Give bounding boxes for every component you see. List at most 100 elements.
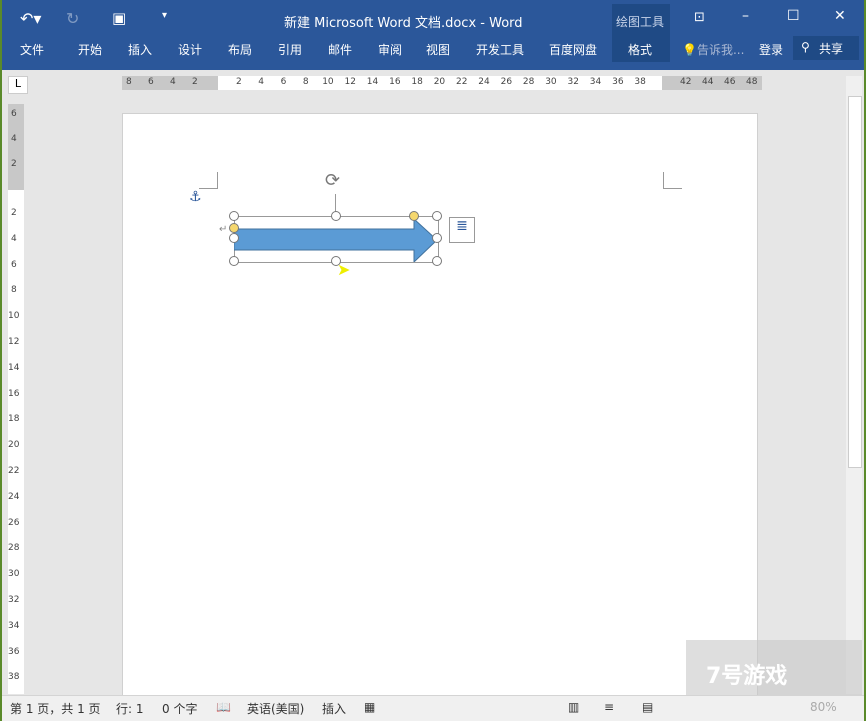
- document-page[interactable]: ⚓ ↵ ⟳ ≣ ➤: [122, 113, 758, 700]
- resize-handle[interactable]: [331, 211, 341, 221]
- tab-selector[interactable]: L: [8, 76, 28, 94]
- ruler-tick-label: 14: [8, 362, 20, 373]
- ruler-tick-label: 42: [680, 77, 692, 87]
- ruler-tick-label: 34: [589, 77, 602, 87]
- resize-handle[interactable]: [229, 233, 239, 243]
- ruler-tick-label: 10: [322, 77, 334, 87]
- vertical-scrollbar[interactable]: [846, 76, 862, 694]
- resize-handle[interactable]: [229, 256, 239, 266]
- ruler-tick-label: 4: [11, 134, 17, 144]
- language[interactable]: 英语(美国): [247, 700, 304, 717]
- ruler-tick-label: 18: [8, 414, 20, 425]
- tab-developer[interactable]: 开发工具: [476, 41, 524, 58]
- ruler-tick-label: 12: [8, 337, 20, 347]
- tab-design[interactable]: 设计: [178, 41, 202, 58]
- ruler-tick-label: 6: [280, 77, 287, 87]
- ruler-tick-label: 30: [8, 569, 20, 580]
- ruler-tick-label: 8: [302, 77, 309, 87]
- ruler-tick-label: 22: [456, 77, 468, 87]
- ruler-tick-label: 36: [8, 646, 20, 657]
- tell-me-label: 告诉我...: [696, 43, 745, 57]
- status-bar: 第 1 页，共 1 页 行: 1 0 个字 📖 英语(美国) 插入 ▦ ▥ ≡ …: [2, 695, 864, 721]
- share-button[interactable]: ⚲ 共享: [793, 36, 859, 60]
- ruler-tick-label: 6: [148, 77, 154, 87]
- rotate-handle-icon[interactable]: ⟳: [325, 170, 340, 191]
- tab-insert[interactable]: 插入: [128, 41, 152, 58]
- tab-baidu[interactable]: 百度网盘: [549, 41, 597, 58]
- horizontal-ruler[interactable]: 8 6 4 2 2 4 6 8 10 12 14 16 18 20 22 24 26 28 30 32 34 36 38 42…: [122, 76, 762, 90]
- anchor-icon: ⚓: [189, 189, 202, 205]
- margin-mark: [663, 172, 682, 189]
- zoom-level[interactable]: 80%: [810, 700, 837, 714]
- word-count[interactable]: 0 个字: [162, 700, 197, 717]
- save-icon[interactable]: ▣: [112, 9, 126, 27]
- page-count[interactable]: 第 1 页，共 1 页: [10, 700, 101, 717]
- login-button[interactable]: 登录: [759, 41, 783, 58]
- vertical-ruler[interactable]: 6 4 2 2 4 6 8 10 12 14 16 18 20 22 24 26 28 30 32 34 36 38: [8, 104, 24, 694]
- print-layout-icon[interactable]: ≡: [604, 700, 614, 714]
- read-mode-icon[interactable]: ▥: [568, 700, 579, 714]
- customize-qat-icon[interactable]: ▾: [162, 10, 167, 21]
- user-icon: ⚲: [801, 40, 810, 54]
- ruler-tick-label: 12: [344, 77, 356, 87]
- ruler-tick-label: 46: [724, 77, 736, 87]
- layout-options-icon[interactable]: ≣: [449, 217, 475, 243]
- tell-me-search[interactable]: 💡告诉我...: [682, 41, 744, 58]
- ruler-tick-label: 30: [545, 77, 557, 87]
- ruler-tick-label: 6: [11, 259, 17, 270]
- adjust-handle[interactable]: [229, 223, 239, 233]
- ruler-tick-label: 24: [8, 491, 20, 502]
- maximize-button[interactable]: ☐: [787, 8, 800, 24]
- line-number: 行: 1: [116, 702, 144, 716]
- ruler-tick-label: 16: [8, 388, 20, 399]
- undo-icon[interactable]: ↶▾: [20, 9, 41, 28]
- ruler-tick-label: 20: [8, 440, 20, 451]
- tab-home[interactable]: 开始: [78, 41, 102, 58]
- ruler-tick-label: 22: [8, 466, 20, 476]
- insert-mode[interactable]: 插入: [322, 700, 346, 717]
- resize-handle[interactable]: [229, 211, 239, 221]
- ruler-tick-label: 4: [11, 233, 17, 244]
- resize-handle[interactable]: [432, 233, 442, 243]
- ruler-tick-label: 2: [11, 159, 17, 169]
- ruler-tick-label: 10: [8, 311, 20, 322]
- ruler-tick-label: 28: [8, 543, 20, 554]
- ruler-tick-label: 32: [567, 77, 579, 87]
- context-group-label: 绘图工具: [616, 15, 665, 29]
- tab-mailings[interactable]: 邮件: [328, 41, 352, 58]
- tab-review[interactable]: 审阅: [378, 41, 402, 58]
- window-title: 新建 Microsoft Word 文档.docx - Word: [284, 16, 523, 31]
- macro-icon[interactable]: ▦: [364, 700, 375, 714]
- tab-file[interactable]: 文件: [20, 41, 44, 58]
- ruler-tick-label: 14: [366, 77, 379, 87]
- ruler-tick-label: 8: [11, 285, 17, 296]
- mouse-cursor-icon: ➤: [337, 260, 351, 279]
- ruler-tick-label: 6: [11, 109, 17, 119]
- word-window: ↶▾ ↻ ▣ ▾ 新建 Microsoft Word 文档.docx - Wor…: [2, 0, 864, 721]
- tab-references[interactable]: 引用: [278, 41, 302, 58]
- ruler-tick-label: 24: [478, 77, 490, 87]
- resize-handle[interactable]: [432, 256, 442, 266]
- ribbon-display-icon[interactable]: ⊡: [694, 10, 705, 25]
- proofing-icon[interactable]: 📖: [216, 700, 231, 714]
- ruler-tick-label: 44: [702, 77, 714, 87]
- tab-format[interactable]: 格式: [628, 41, 652, 58]
- tab-layout[interactable]: 布局: [228, 41, 252, 58]
- ruler-tick-label: 32: [8, 595, 20, 605]
- minimize-button[interactable]: –: [742, 8, 749, 24]
- resize-handle[interactable]: [432, 211, 442, 221]
- adjust-handle[interactable]: [409, 211, 419, 221]
- close-button[interactable]: ✕: [834, 8, 846, 24]
- share-label: 共享: [819, 42, 844, 56]
- margin-mark: [199, 172, 218, 189]
- tab-view[interactable]: 视图: [426, 41, 450, 58]
- ruler-tick-label: 28: [522, 77, 535, 87]
- ruler-tick-label: 8: [126, 77, 132, 87]
- ruler-tick-label: 36: [612, 77, 624, 87]
- web-layout-icon[interactable]: ▤: [642, 700, 653, 714]
- ruler-tick-label: 38: [634, 77, 646, 87]
- redo-icon[interactable]: ↻: [66, 9, 79, 28]
- ruler-tick-label: 20: [433, 77, 446, 87]
- ruler-tick-label: 26: [8, 517, 20, 528]
- paragraph-mark: ↵: [219, 224, 228, 235]
